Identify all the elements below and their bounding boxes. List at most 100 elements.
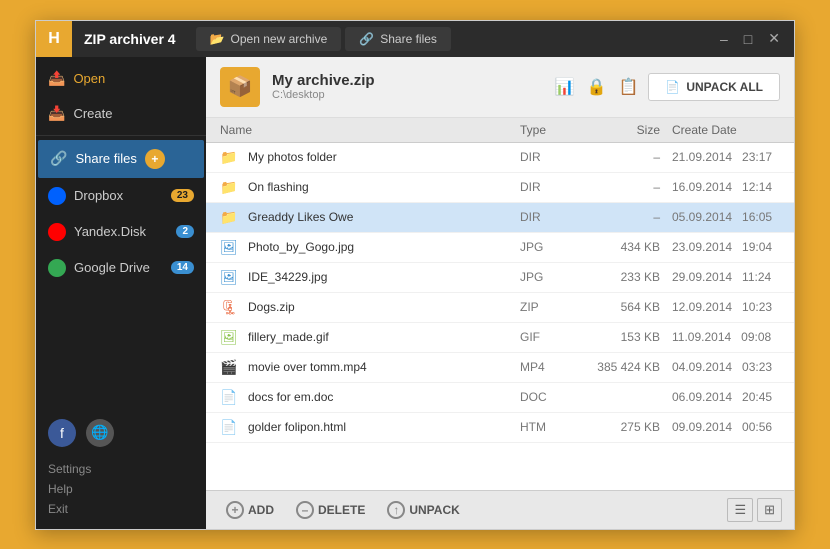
file-type: JPG: [520, 240, 580, 254]
archive-name: My archive.zip: [272, 72, 541, 89]
dropbox-badge: 23: [171, 189, 194, 202]
file-size: 564 KB: [580, 300, 660, 314]
list-view-button[interactable]: ☰: [727, 498, 753, 522]
content-area: 📦 My archive.zip C:\desktop 📊 🔒 📋 📄 UNPA…: [206, 57, 794, 529]
grid-view-button[interactable]: ⊞: [757, 498, 782, 522]
sidebar-bottom: f 🌐 Settings Help Exit: [36, 409, 206, 529]
file-list[interactable]: 📁 My photos folder DIR – 21.09.2014 23:1…: [206, 143, 794, 490]
file-type: DIR: [520, 180, 580, 194]
main-layout: 📤 Open 📥 Create 🔗 Share files + Dropbox …: [36, 57, 794, 529]
facebook-icon[interactable]: f: [48, 419, 76, 447]
delete-icon: –: [296, 501, 314, 519]
table-row[interactable]: 🗜 Dogs.zip ZIP 564 KB 12.09.2014 10:23: [206, 293, 794, 323]
file-type: JPG: [520, 270, 580, 284]
view-buttons: ☰ ⊞: [727, 498, 782, 522]
table-row[interactable]: 📁 My photos folder DIR – 21.09.2014 23:1…: [206, 143, 794, 173]
app-logo: H: [36, 21, 72, 57]
archive-path: C:\desktop: [272, 89, 541, 101]
archive-icon: 📦: [220, 67, 260, 107]
file-icon: 📁: [220, 209, 240, 226]
settings-link[interactable]: Settings: [48, 459, 194, 479]
file-name: docs for em.doc: [248, 390, 520, 404]
website-icon[interactable]: 🌐: [86, 419, 114, 447]
file-icon: 🖼: [220, 269, 240, 286]
table-row[interactable]: 📁 On flashing DIR – 16.09.2014 12:14: [206, 173, 794, 203]
file-name: My photos folder: [248, 150, 520, 164]
file-date: 23.09.2014 19:04: [660, 240, 780, 254]
help-link[interactable]: Help: [48, 479, 194, 499]
title-bar-actions: 📂 Open new archive 🔗 Share files: [188, 27, 716, 51]
info-icon[interactable]: 📋: [616, 75, 640, 99]
file-icon: 🗜: [220, 299, 240, 316]
folder-open-icon: 📂: [210, 32, 225, 46]
sidebar-item-gdrive[interactable]: Google Drive 14: [36, 250, 206, 286]
file-name: Dogs.zip: [248, 300, 520, 314]
unpack-all-button[interactable]: 📄 UNPACK ALL: [648, 73, 780, 101]
file-icon: 🖼: [220, 239, 240, 256]
file-name: fillery_made.gif: [248, 330, 520, 344]
file-type: GIF: [520, 330, 580, 344]
minimize-button[interactable]: –: [716, 29, 732, 49]
file-type: HTM: [520, 420, 580, 434]
file-name: Greaddy Likes Owe: [248, 210, 520, 224]
table-row[interactable]: 🖼 IDE_34229.jpg JPG 233 KB 29.09.2014 11…: [206, 263, 794, 293]
file-date: 09.09.2014 00:56: [660, 420, 780, 434]
col-header-size: Size: [580, 123, 660, 137]
file-icon: 📄: [220, 419, 240, 436]
unpack-button[interactable]: ↑ UNPACK: [379, 497, 467, 523]
col-header-type: Type: [520, 123, 580, 137]
app-title: ZIP archiver 4: [72, 31, 188, 47]
sidebar-item-share[interactable]: 🔗 Share files +: [38, 140, 204, 178]
lock-icon[interactable]: 🔒: [585, 75, 609, 99]
table-row[interactable]: 📁 Greaddy Likes Owe DIR – 05.09.2014 16:…: [206, 203, 794, 233]
file-date: 06.09.2014 20:45: [660, 390, 780, 404]
create-icon: 📥: [48, 105, 65, 122]
add-icon: +: [226, 501, 244, 519]
file-name: movie over tomm.mp4: [248, 360, 520, 374]
sidebar-item-create[interactable]: 📥 Create: [36, 96, 206, 131]
col-header-date: Create Date: [660, 123, 780, 137]
file-date: 04.09.2014 03:23: [660, 360, 780, 374]
col-header-name: Name: [220, 123, 520, 137]
file-type: DIR: [520, 150, 580, 164]
file-size: 434 KB: [580, 240, 660, 254]
add-button[interactable]: + ADD: [218, 497, 282, 523]
share-icon: 🔗: [359, 32, 374, 46]
file-type: ZIP: [520, 300, 580, 314]
app-window: H ZIP archiver 4 📂 Open new archive 🔗 Sh…: [35, 20, 795, 530]
close-button[interactable]: ✕: [764, 28, 784, 49]
open-icon: 📤: [48, 70, 65, 87]
delete-button[interactable]: – DELETE: [288, 497, 373, 523]
file-date: 29.09.2014 11:24: [660, 270, 780, 284]
share-files-button[interactable]: 🔗 Share files: [345, 27, 451, 51]
maximize-button[interactable]: □: [740, 29, 756, 49]
gdrive-badge: 14: [171, 261, 194, 274]
unpack-icon: ↑: [387, 501, 405, 519]
file-date: 11.09.2014 09:08: [660, 330, 780, 344]
file-name: On flashing: [248, 180, 520, 194]
file-name: IDE_34229.jpg: [248, 270, 520, 284]
sidebar: 📤 Open 📥 Create 🔗 Share files + Dropbox …: [36, 57, 206, 529]
file-name: Photo_by_Gogo.jpg: [248, 240, 520, 254]
share-add-icon: +: [145, 149, 165, 169]
file-size: 385 424 KB: [580, 360, 660, 374]
exit-link[interactable]: Exit: [48, 499, 194, 519]
sidebar-item-yandex[interactable]: Yandex.Disk 2: [36, 214, 206, 250]
chart-icon[interactable]: 📊: [553, 75, 577, 99]
file-type: DOC: [520, 390, 580, 404]
table-row[interactable]: 📄 golder folipon.html HTM 275 KB 09.09.2…: [206, 413, 794, 443]
table-row[interactable]: 🖼 fillery_made.gif GIF 153 KB 11.09.2014…: [206, 323, 794, 353]
gdrive-icon: [48, 259, 66, 277]
sidebar-item-dropbox[interactable]: Dropbox 23: [36, 178, 206, 214]
file-date: 16.09.2014 12:14: [660, 180, 780, 194]
table-row[interactable]: 📄 docs for em.doc DOC 06.09.2014 20:45: [206, 383, 794, 413]
sidebar-item-open[interactable]: 📤 Open: [36, 61, 206, 96]
file-icon: 📁: [220, 179, 240, 196]
table-row[interactable]: 🖼 Photo_by_Gogo.jpg JPG 434 KB 23.09.201…: [206, 233, 794, 263]
archive-tools: 📊 🔒 📋 📄 UNPACK ALL: [553, 73, 780, 101]
file-type: DIR: [520, 210, 580, 224]
table-row[interactable]: 🎬 movie over tomm.mp4 MP4 385 424 KB 04.…: [206, 353, 794, 383]
file-icon: 🎬: [220, 359, 240, 376]
file-size: –: [580, 210, 660, 224]
open-new-archive-button[interactable]: 📂 Open new archive: [196, 27, 342, 51]
